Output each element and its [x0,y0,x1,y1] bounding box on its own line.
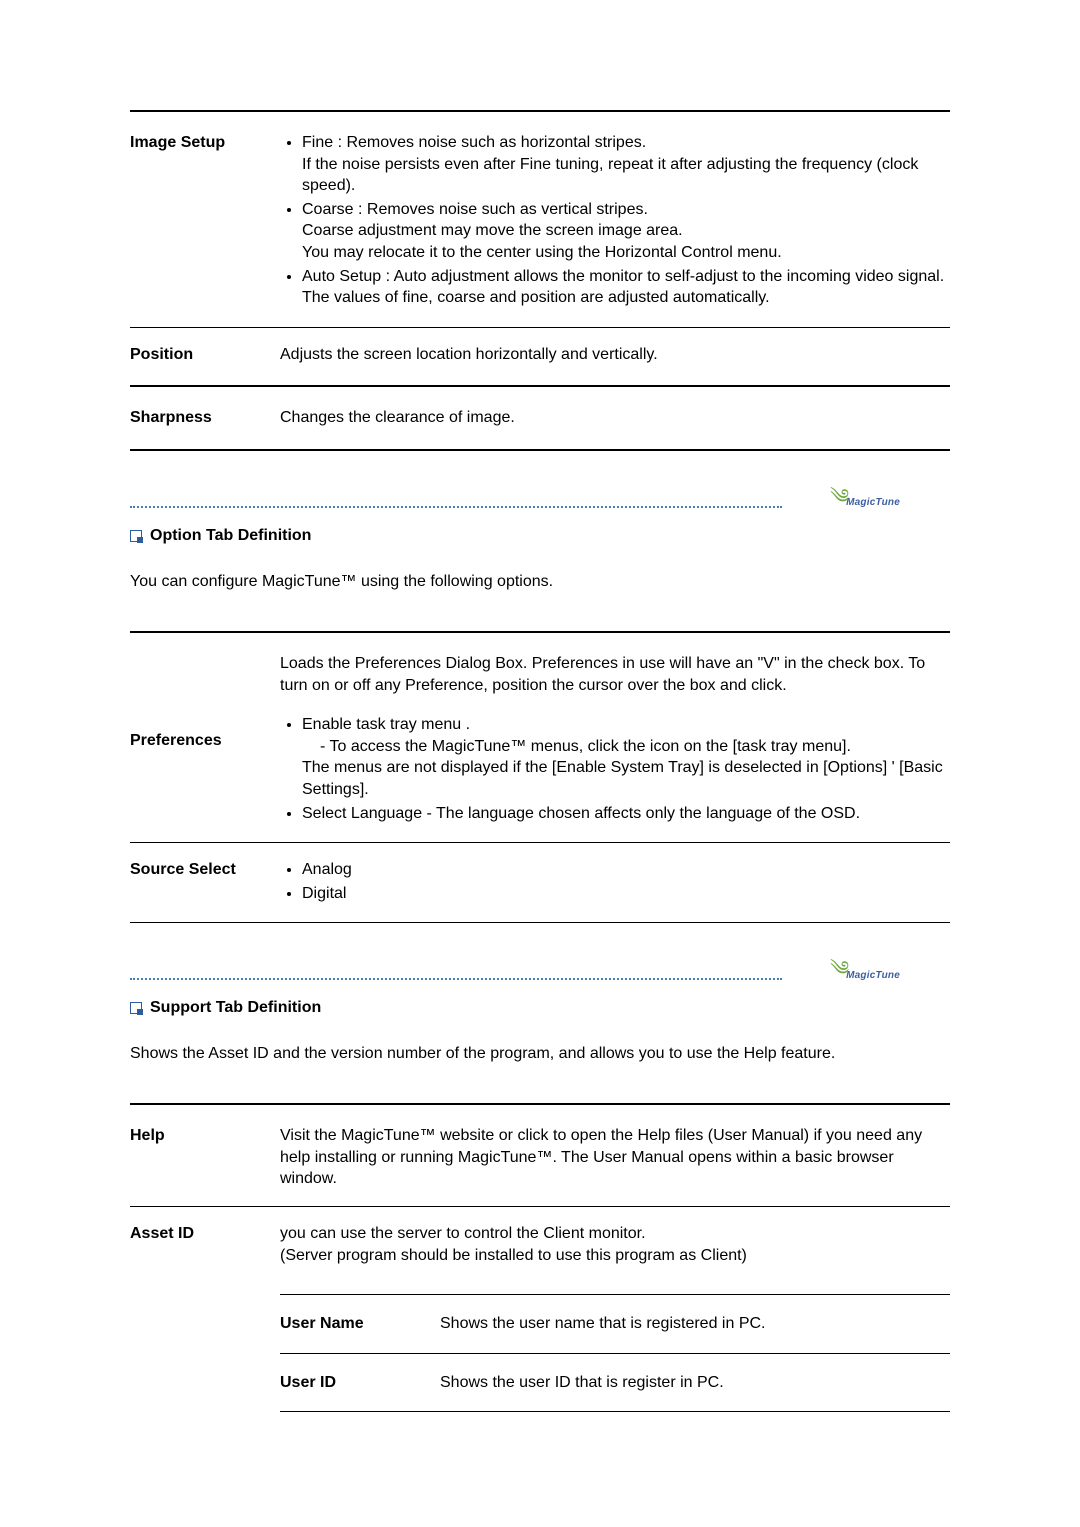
magictune-logo-2: ༄ MagicTune [830,963,950,987]
logo-text-1: MagicTune [846,497,900,508]
rule-after-preferences [130,842,950,843]
row-position: Position Adjusts the screen location hor… [130,344,950,366]
source-digital: Digital [302,883,950,905]
enable-tray-line2: The menus are not displayed if the [Enab… [302,757,950,800]
source-select-list: Analog Digital [280,859,950,904]
option-intro: You can configure MagicTune™ using the f… [130,573,950,591]
document-page: Image Setup Fine : Removes noise such as… [0,0,1080,1498]
term-asset-id: Asset ID [130,1223,280,1243]
row-user-name: User Name Shows the user name that is re… [280,1313,950,1335]
term-sharpness: Sharpness [130,407,280,427]
magictune-logo-1: ༄ MagicTune [830,491,950,515]
preferences-lead: Loads the Preferences Dialog Box. Prefer… [280,653,950,696]
preferences-list: Enable task tray menu . - To access the … [280,714,950,824]
support-intro: Shows the Asset ID and the version numbe… [130,1045,950,1063]
heading-bullet-icon [130,530,142,542]
logo-swirl-icon-2: ༄ [830,946,849,1002]
body-user-id: Shows the user ID that is register in PC… [440,1372,950,1394]
dotted-line-1 [130,506,782,508]
term-help: Help [130,1125,280,1145]
logo-swirl-icon: ༄ [830,474,849,530]
dotted-line-2 [130,978,782,980]
rule-after-help [130,1206,950,1207]
body-position: Adjusts the screen location horizontally… [280,344,950,366]
body-image-setup: Fine : Removes noise such as horizontal … [280,132,950,311]
heading-option-tab: Option Tab Definition [130,527,950,545]
body-asset-id: you can use the server to control the Cl… [280,1223,950,1424]
body-source-select: Analog Digital [280,859,950,906]
body-help: Visit the MagicTune™ website or click to… [280,1125,950,1190]
term-preferences: Preferences [130,730,280,750]
row-preferences: Preferences Loads the Preferences Dialog… [130,653,950,826]
heading-support-tab: Support Tab Definition [130,999,950,1017]
heading-option-text: Option Tab Definition [150,527,311,545]
enable-tray-title: Enable task tray menu . [302,716,470,733]
image-setup-coarse: Coarse : Removes noise such as vertical … [302,199,950,264]
term-position: Position [130,344,280,364]
term-user-name: User Name [280,1313,440,1335]
body-user-name: Shows the user name that is registered i… [440,1313,950,1335]
rule-after-userid [280,1411,950,1412]
body-sharpness: Changes the clearance of image. [280,407,950,429]
rule-after-image-setup [130,327,950,328]
term-image-setup: Image Setup [130,132,280,152]
heading-support-text: Support Tab Definition [150,999,321,1017]
asset-id-lead: you can use the server to control the Cl… [280,1223,950,1266]
preferences-enable-tray: Enable task tray menu . - To access the … [302,714,950,800]
rule-before-help [130,1103,950,1105]
row-image-setup: Image Setup Fine : Removes noise such as… [130,132,950,311]
divider-option: ༄ MagicTune [130,491,950,515]
image-setup-auto: Auto Setup : Auto adjustment allows the … [302,266,950,309]
body-preferences: Loads the Preferences Dialog Box. Prefer… [280,653,950,826]
heading-bullet-icon-2 [130,1002,142,1014]
row-sharpness: Sharpness Changes the clearance of image… [130,407,950,429]
logo-text-2: MagicTune [846,970,900,981]
image-setup-fine: Fine : Removes noise such as horizontal … [302,132,950,197]
rule-after-source-select [130,922,950,923]
row-help: Help Visit the MagicTune™ website or cli… [130,1125,950,1190]
source-analog: Analog [302,859,950,881]
term-source-select: Source Select [130,859,280,879]
row-asset-id: Asset ID you can use the server to contr… [130,1223,950,1424]
row-user-id: User ID Shows the user ID that is regist… [280,1372,950,1394]
rule-before-username [280,1294,950,1295]
term-user-id: User ID [280,1372,440,1394]
rule-after-position [130,385,950,387]
enable-tray-line1: - To access the MagicTune™ menus, click … [302,736,950,758]
row-source-select: Source Select Analog Digital [130,859,950,906]
image-setup-list: Fine : Removes noise such as horizontal … [280,132,950,309]
rule-after-username [280,1353,950,1354]
rule-before-preferences [130,631,950,633]
rule-after-sharpness [130,449,950,451]
divider-support: ༄ MagicTune [130,963,950,987]
preferences-select-language: Select Language - The language chosen af… [302,803,950,825]
top-rule [130,110,950,112]
